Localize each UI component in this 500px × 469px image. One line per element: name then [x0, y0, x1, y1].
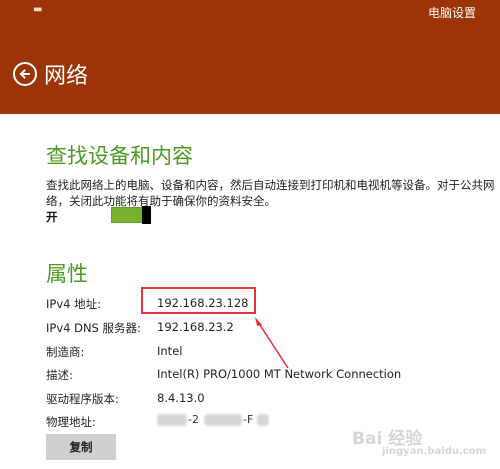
arrow-left-icon [19, 69, 30, 79]
network-discovery-toggle[interactable] [111, 206, 151, 224]
driver-version-label: 驱动程序版本: [46, 392, 119, 406]
mac-fragment: -F [243, 413, 254, 426]
ip-highlight-box [141, 287, 256, 314]
title-bar: ▬ 电脑设置 [0, 0, 500, 24]
copy-button[interactable]: 复制 [46, 434, 116, 460]
discovery-description: 查找此网络上的电脑、设备和内容，然后自动连接到打印机和电视机等设备。对于公共网络… [46, 178, 495, 208]
app-title: 电脑设置 [427, 6, 476, 20]
physical-address-label: 物理地址: [46, 415, 96, 429]
ipv4-dns-label: IPv4 DNS 服务器: [46, 321, 141, 335]
menu-icon[interactable]: ▬ [33, 4, 43, 15]
ipv4-dns-value: 192.168.23.2 [157, 320, 234, 334]
watermark: Bai 经验 jingyan.baidu.com [352, 424, 486, 457]
mac-redaction [157, 414, 187, 426]
manufacturer-label: 制造商: [46, 345, 85, 359]
driver-version-value: 8.4.13.0 [157, 391, 205, 405]
page-title: 网络 [44, 64, 89, 89]
description-value: Intel(R) PRO/1000 MT Network Connection [157, 367, 402, 381]
mac-redaction [257, 414, 269, 426]
properties-section-title: 属性 [46, 262, 88, 286]
discovery-section-title: 查找设备和内容 [46, 144, 193, 168]
watermark-url: jingyan.baidu.com [382, 446, 486, 457]
mac-fragment: -2 [188, 413, 199, 426]
ipv4-address-label: IPv4 地址: [46, 297, 101, 311]
mac-redaction [204, 414, 242, 426]
toggle-state-label: 开 [46, 210, 58, 224]
description-label: 描述: [46, 368, 73, 382]
toggle-thumb[interactable] [142, 206, 151, 224]
manufacturer-value: Intel [157, 344, 183, 358]
back-button[interactable] [13, 62, 37, 86]
